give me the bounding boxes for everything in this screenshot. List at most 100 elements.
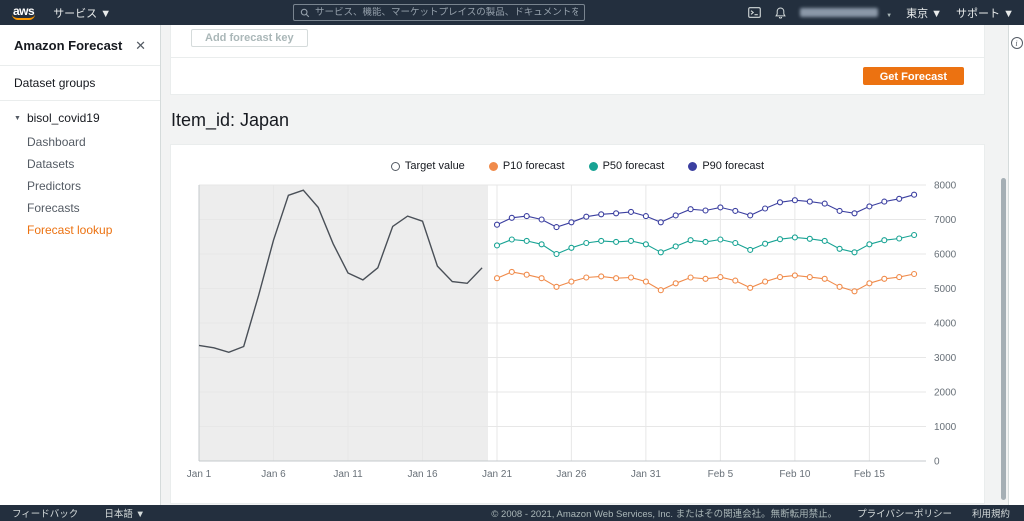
notifications-bell-icon[interactable] [775,7,786,19]
p50-forecast-point [792,235,797,240]
p10-forecast-point [688,275,693,280]
p90-forecast-point [524,214,529,219]
sidebar-title: Amazon Forecast [14,38,122,53]
legend-label: Target value [405,160,465,172]
p50-forecast-point [763,241,768,246]
legend-item-p50-forecast[interactable]: P50 forecast [589,160,665,172]
p10-forecast-point [599,274,604,279]
close-icon[interactable]: ✕ [135,39,146,52]
p10-forecast-point [792,273,797,278]
p10-forecast-point [673,281,678,286]
p50-forecast-point [748,247,753,252]
p50-forecast-point [897,236,902,241]
copyright-text: © 2008 - 2021, Amazon Web Services, Inc.… [491,506,837,520]
y-tick-label: 4000 [934,319,957,330]
form-footer-divider [171,57,984,58]
sidebar-item-forecast-lookup[interactable]: Forecast lookup [0,219,160,241]
p90-forecast-point [629,209,634,214]
legend-item-target-value[interactable]: Target value [391,160,465,172]
terms-link[interactable]: 利用規約 [972,506,1010,520]
cloudshell-icon[interactable] [748,7,761,18]
sidebar-item-forecasts[interactable]: Forecasts [0,197,160,219]
top-navbar: aws サービス ▼ ▼ 東京 ▼ サポート ▼ [0,0,1024,25]
x-tick-label: Jan 26 [556,469,586,480]
footer-right-group: © 2008 - 2021, Amazon Web Services, Inc.… [491,506,1010,520]
p10-forecast-point [763,279,768,284]
services-menu[interactable]: サービス ▼ [53,5,111,21]
p50-forecast-point [882,238,887,243]
page-title: Item_id: Japan [171,110,985,131]
feedback-link[interactable]: フィードバック [12,506,78,520]
p50-forecast-point [539,242,544,247]
main-content: Add forecast key Get Forecast Item_id: J… [161,25,1008,505]
p90-forecast-point [569,220,574,225]
p10-forecast-point [509,269,514,274]
region-menu[interactable]: 東京 ▼ [906,5,942,21]
footer-bar: フィードバック 日本語 ▼ © 2008 - 2021, Amazon Web … [0,505,1024,521]
p90-forecast-point [495,222,500,227]
sidebar-item-dataset-groups[interactable]: Dataset groups [0,66,160,100]
sidebar-item-predictors[interactable]: Predictors [0,175,160,197]
y-tick-label: 0 [934,457,940,468]
help-panel-strip: i [1008,25,1024,505]
sidebar-item-datasets[interactable]: Datasets [0,153,160,175]
sidebar-group-label: bisol_covid19 [27,111,100,125]
search-input[interactable] [315,7,578,18]
p10-legend-marker-icon [489,162,498,171]
p50-forecast-point [629,238,634,243]
p10-forecast-point [778,275,783,280]
forecast-chart: 010002000300040005000600070008000Jan 1Ja… [183,175,972,487]
p10-forecast-point [539,276,544,281]
p10-forecast-point [495,276,500,281]
vertical-scrollbar-thumb[interactable] [1001,178,1006,500]
p50-forecast-point [658,250,663,255]
legend-label: P50 forecast [603,160,665,172]
info-icon[interactable]: i [1011,37,1023,49]
x-tick-label: Jan 11 [333,469,363,480]
form-actions: Get Forecast [191,67,964,85]
x-tick-label: Jan 31 [631,469,661,480]
p50-forecast-point [599,238,604,243]
y-tick-label: 5000 [934,284,957,295]
legend-item-p90-forecast[interactable]: P90 forecast [688,160,764,172]
p50-forecast-point [569,245,574,250]
y-tick-label: 1000 [934,422,957,433]
p90-forecast-point [673,213,678,218]
support-menu[interactable]: サポート ▼ [956,5,1014,21]
sidebar-item-dashboard[interactable]: Dashboard [0,131,160,153]
p10-forecast-point [569,279,574,284]
p10-forecast-point [554,284,559,289]
add-forecast-key-button[interactable]: Add forecast key [191,29,308,47]
p10-forecast-point [897,275,902,280]
legend-item-p10-forecast[interactable]: P10 forecast [489,160,565,172]
x-tick-label: Jan 1 [187,469,212,480]
account-menu[interactable]: ▼ [800,4,892,22]
p90-forecast-point [584,214,589,219]
privacy-policy-link[interactable]: プライバシーポリシー [857,506,952,520]
global-search[interactable] [293,4,585,21]
y-tick-label: 2000 [934,388,957,399]
chevron-down-icon: ▼ [14,115,21,122]
p90-forecast-point [658,220,663,225]
p90-forecast-point [852,211,857,216]
get-forecast-button[interactable]: Get Forecast [863,67,964,85]
p50-forecast-point [718,237,723,242]
p50-forecast-point [822,238,827,243]
p90-forecast-point [509,215,514,220]
p50-forecast-point [867,242,872,247]
target-value-legend-marker-icon [391,162,400,171]
p90-forecast-point [643,214,648,219]
language-menu[interactable]: 日本語 ▼ [104,506,145,520]
x-tick-label: Jan 21 [482,469,512,480]
p90-forecast-point [867,204,872,209]
p50-forecast-point [852,250,857,255]
p10-forecast-point [614,276,619,281]
aws-logo[interactable]: aws [10,4,37,21]
p50-forecast-point [703,239,708,244]
x-tick-label: Jan 16 [407,469,437,480]
p90-forecast-point [912,192,917,197]
sidebar-group-bisol-covid19[interactable]: ▼ bisol_covid19 [0,101,160,131]
x-tick-label: Feb 15 [854,469,886,480]
p10-forecast-point [643,279,648,284]
account-name-redacted [800,8,878,17]
